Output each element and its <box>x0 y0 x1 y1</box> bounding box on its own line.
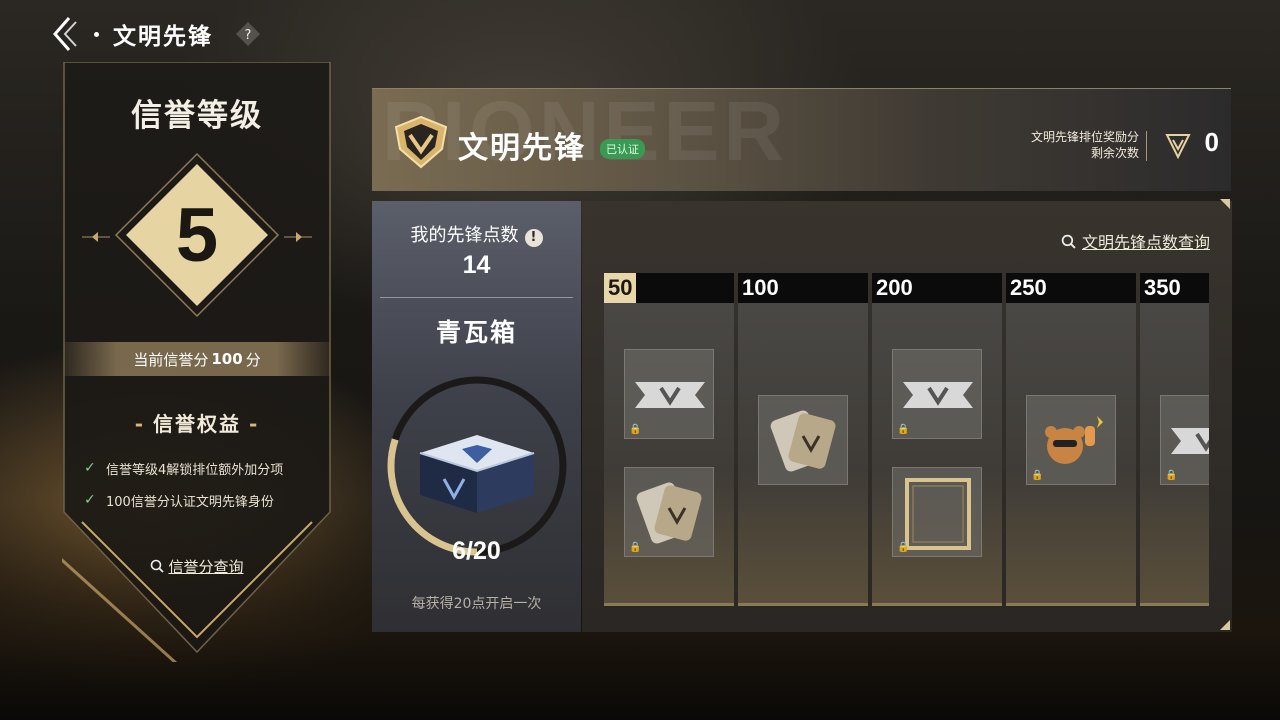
box-hint: 每获得20点开启一次 <box>411 596 542 612</box>
tier-header: 250 <box>1006 273 1136 303</box>
chevron-left-icon <box>53 17 77 51</box>
reward-tier: 250 🔒 <box>1006 273 1136 606</box>
lock-icon: 🔒 <box>629 424 642 435</box>
benefit-text: 信誉等级4解锁排位额外加分项 <box>106 462 284 478</box>
credit-query-link[interactable]: 信誉分查询 <box>62 556 332 577</box>
search-icon <box>151 559 165 573</box>
benefits-title: - 信誉权益 - <box>62 408 332 437</box>
benefit-item: ✓ 100信誉分认证文明先锋身份 <box>84 484 324 516</box>
points-query-label: 文明先锋点数查询 <box>1081 233 1210 252</box>
reward-label-line2: 剩余次数 <box>1090 146 1139 160</box>
lock-icon: 🔒 <box>629 542 642 553</box>
lock-icon: 🔒 <box>1165 470 1178 481</box>
reward-item-bear-sticker[interactable]: 🔒 <box>1026 395 1116 485</box>
chest-icon <box>419 435 535 513</box>
lock-icon: 🔒 <box>897 424 910 435</box>
lock-icon: 🔒 <box>1031 470 1044 481</box>
reward-tier: 50 🔒 🔒 <box>604 273 734 606</box>
title-dot <box>94 31 99 37</box>
reward-label-line1: 文明先锋排位奖励分 <box>1030 130 1139 144</box>
reward-item-dogtag[interactable] <box>758 395 848 485</box>
score-value: 100 <box>211 350 243 368</box>
verified-badge: 已认证 <box>600 139 645 159</box>
top-bar: 文明先锋 ? <box>44 12 261 56</box>
credit-level-value: 5 <box>175 192 219 278</box>
title-dash-left: - <box>134 412 145 436</box>
benefits-title-text: 信誉权益 <box>153 412 241 436</box>
reward-item-dogtag[interactable]: 🔒 <box>624 467 714 557</box>
reward-item-flag[interactable]: 🔒 <box>892 349 982 439</box>
corner-decoration <box>1220 620 1230 630</box>
points-label-row: 我的先锋点数! <box>372 221 581 247</box>
info-icon[interactable]: ! <box>524 229 543 247</box>
reward-item-flag[interactable]: 🔒 <box>624 349 714 439</box>
reward-remaining-label: 文明先锋排位奖励分 剩余次数 <box>1031 129 1139 161</box>
svg-text:?: ? <box>245 28 252 43</box>
tier-threshold: 200 <box>876 275 913 300</box>
points-column: 我的先锋点数! 14 青瓦箱 6/20 每获得20点开启一次 <box>372 201 581 632</box>
tier-threshold: 100 <box>742 275 779 300</box>
benefit-list: ✓ 信誉等级4解锁排位额外加分项 ✓ 100信誉分认证文明先锋身份 <box>84 452 324 516</box>
tier-threshold: 250 <box>1010 275 1047 300</box>
score-suffix: 分 <box>245 350 261 369</box>
page-title: 文明先锋 <box>113 24 213 50</box>
divider <box>380 297 573 298</box>
score-prefix: 当前信誉分 <box>133 350 209 369</box>
pioneer-panel: PIONEER 文明先锋 已认证 文明先锋排位奖励分 剩余次数 0 我的先锋点数… <box>372 88 1232 632</box>
check-icon: ✓ <box>84 492 96 508</box>
dogtag-icon <box>770 410 836 472</box>
credit-query-label: 信誉分查询 <box>168 558 244 576</box>
credit-banner: 信誉等级 5 当前信誉分 100 分 - 信誉权益 - ✓ 信誉等级4解锁排位额外加分… <box>62 62 332 662</box>
reward-item-card-frame[interactable]: 🔒 <box>892 467 982 557</box>
reward-tiers: 50 🔒 🔒 100 200 🔒 🔒 250 🔒 350 🔒 <box>604 273 1209 606</box>
reward-tier: 350 🔒 <box>1140 273 1209 606</box>
tier-header: 200 <box>872 273 1002 303</box>
tier-threshold: 350 <box>1144 275 1181 300</box>
pioneer-header: PIONEER 文明先锋 已认证 文明先锋排位奖励分 剩余次数 0 <box>372 88 1231 191</box>
points-value: 14 <box>462 251 491 279</box>
box-name: 青瓦箱 <box>435 318 517 347</box>
credit-level-title: 信誉等级 <box>131 98 263 134</box>
reward-tier: 200 🔒 🔒 <box>872 273 1002 606</box>
benefit-item: ✓ 信誉等级4解锁排位额外加分项 <box>84 452 324 484</box>
reward-track: 文明先锋点数查询 50 🔒 🔒 100 200 🔒 🔒 250 🔒 350 🔒 <box>582 201 1232 632</box>
pioneer-rank-icon <box>1165 134 1191 159</box>
reward-remaining-count: 0 <box>1204 127 1219 157</box>
tier-header: 350 <box>1140 273 1209 303</box>
points-label: 我的先锋点数 <box>410 225 519 246</box>
benefit-text: 100信誉分认证文明先锋身份 <box>106 494 274 510</box>
back-button[interactable] <box>44 14 84 54</box>
points-query-link[interactable]: 文明先锋点数查询 <box>1061 229 1210 253</box>
box-progress: 6/20 <box>452 537 501 565</box>
reward-item-flag[interactable]: 🔒 <box>1160 395 1209 485</box>
tier-threshold: 50 <box>604 273 637 303</box>
question-icon: ? <box>236 22 260 46</box>
tier-header: 50 <box>604 273 734 303</box>
help-button[interactable]: ? <box>235 21 261 47</box>
current-score: 当前信誉分 100 分 <box>64 342 330 376</box>
box-progress-ring[interactable] <box>382 371 572 561</box>
corner-decoration <box>1220 199 1230 209</box>
pioneer-badge-icon <box>394 115 448 169</box>
title-dash-right: - <box>249 412 260 436</box>
reward-separator <box>1146 131 1147 161</box>
check-icon: ✓ <box>84 460 96 476</box>
lock-icon: 🔒 <box>897 542 910 553</box>
reward-tier: 100 <box>738 273 868 606</box>
pioneer-title: 文明先锋 <box>458 131 586 166</box>
tier-header: 100 <box>738 273 868 303</box>
search-icon <box>1061 234 1076 249</box>
